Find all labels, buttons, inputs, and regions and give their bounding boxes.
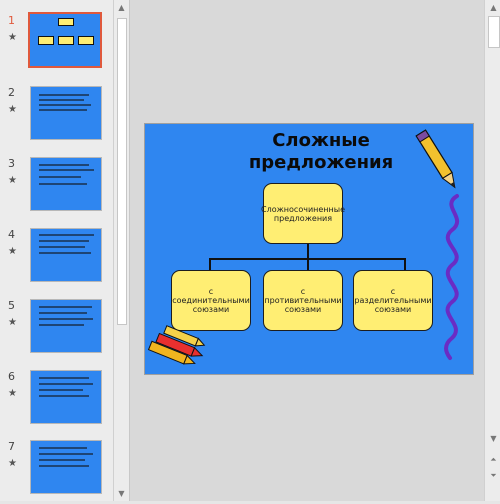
slide-thumbnail-5[interactable]: 5 ★	[8, 299, 108, 363]
diagram-box-main[interactable]: Сложносочиненные предложения	[261, 183, 345, 244]
animation-star-icon: ★	[8, 317, 17, 328]
editor-scrollbar[interactable]: ▲ ▼ ⏶ ⏷	[484, 0, 500, 501]
diagram-box-adversative[interactable]: с противительными союзами	[263, 270, 343, 331]
animation-star-icon: ★	[8, 32, 17, 43]
crayons-icon	[147, 325, 206, 365]
slide-thumbnail-panel: 1 ★ 2 ★ 3 ★ 4 ★ 5 ★ 6 ★ 7 ★	[0, 0, 113, 501]
slide-preview	[30, 228, 102, 282]
pencil-squiggle-icon	[415, 129, 460, 360]
slide-thumbnail-4[interactable]: 4 ★	[8, 228, 108, 292]
scroll-down-arrow-icon[interactable]: ▼	[116, 488, 127, 499]
slide-number: 1	[8, 14, 15, 27]
previous-slide-icon[interactable]: ⏶	[488, 454, 499, 465]
animation-star-icon: ★	[8, 246, 17, 257]
scrollbar-thumb[interactable]	[488, 16, 500, 48]
slide-number: 3	[8, 157, 15, 170]
animation-star-icon: ★	[8, 388, 17, 399]
slide-title[interactable]: Сложные предложения	[241, 130, 401, 174]
animation-star-icon: ★	[8, 175, 17, 186]
slide-number: 5	[8, 299, 15, 312]
scrollbar-thumb[interactable]	[117, 18, 127, 325]
diagram-box-coordinating[interactable]: с соединительными союзами	[171, 270, 251, 331]
slide-thumbnail-3[interactable]: 3 ★	[8, 157, 108, 221]
slide-preview	[30, 370, 102, 424]
slide-preview	[28, 12, 102, 68]
scroll-up-arrow-icon[interactable]: ▲	[488, 2, 499, 13]
slide-thumbnail-6[interactable]: 6 ★	[8, 370, 108, 434]
slide-preview	[30, 86, 102, 140]
slide-preview	[30, 299, 102, 353]
animation-star-icon: ★	[8, 458, 17, 469]
slide-thumbnail-7[interactable]: 7 ★	[8, 440, 108, 504]
thumbnail-scrollbar[interactable]: ▲ ▼	[113, 0, 129, 501]
slide-canvas[interactable]: Сложные предложения Сложносочиненные пре…	[144, 123, 474, 375]
scroll-down-arrow-icon[interactable]: ▼	[488, 433, 499, 444]
scroll-up-arrow-icon[interactable]: ▲	[116, 2, 127, 13]
slide-thumbnail-1[interactable]: 1 ★	[8, 12, 108, 78]
slide-preview	[30, 157, 102, 211]
slide-preview	[30, 440, 102, 494]
slide-thumbnail-2[interactable]: 2 ★	[8, 86, 108, 150]
next-slide-icon[interactable]: ⏷	[488, 470, 499, 481]
slide-number: 4	[8, 228, 15, 241]
slide-number: 2	[8, 86, 15, 99]
animation-star-icon: ★	[8, 104, 17, 115]
slide-number: 6	[8, 370, 15, 383]
slide-number: 7	[8, 440, 15, 453]
